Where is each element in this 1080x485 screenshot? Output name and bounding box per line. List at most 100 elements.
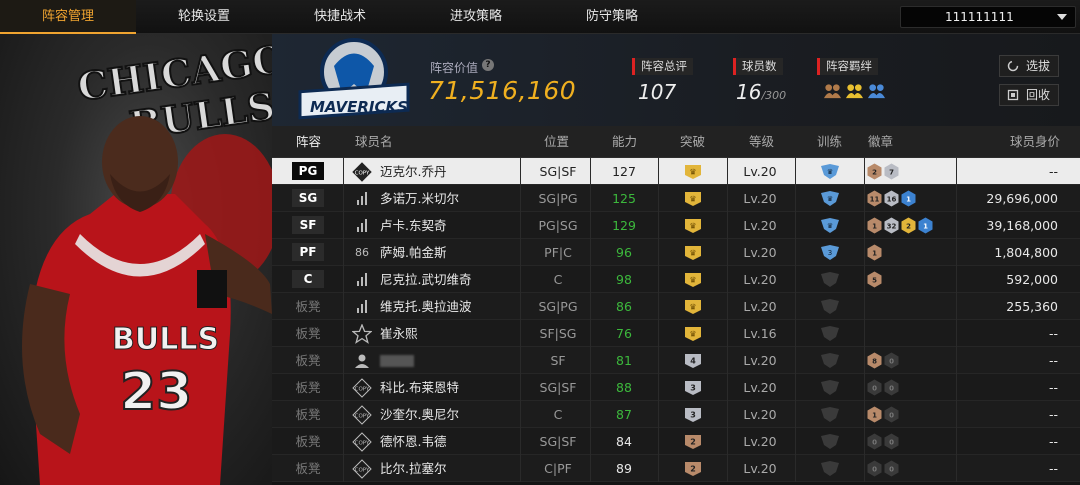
player-ability: 125 [612, 191, 636, 206]
col-badges[interactable]: 徽章 [868, 126, 893, 158]
player-name[interactable]: 尼克拉.武切维奇 [380, 266, 471, 293]
player-name[interactable]: 维克托.奥拉迪波 [380, 293, 471, 320]
badge-list[interactable]: 1 32 2 1 [867, 217, 933, 234]
table-row[interactable]: PF 86 萨姆.帕金斯 PF|C 96 ♛ Lv.20 3 1 1,804,800 [272, 239, 1080, 266]
recycle-button[interactable]: 回收 [999, 84, 1059, 106]
breakthrough-icon: 2 [685, 462, 701, 476]
table-row[interactable]: 板凳 COPY 沙奎尔.奥尼尔 C 87 3 Lv.20 1 0 -- [272, 401, 1080, 428]
table-row[interactable]: SG 多诺万.米切尔 SG|PG 125 ♛ Lv.20 ♛ 11 16 1 29,696,000 [272, 185, 1080, 212]
slot-bench[interactable]: 板凳 [272, 320, 344, 347]
svg-text:1: 1 [923, 223, 928, 231]
col-training[interactable]: 训练 [817, 126, 842, 158]
svg-text:♛: ♛ [689, 330, 696, 339]
slot-bench[interactable]: 板凳 [272, 401, 344, 428]
player-name[interactable]: 迈克尔.乔丹 [380, 158, 446, 185]
player-name[interactable]: 卢卡.东契奇 [380, 212, 446, 239]
synergy-gold-icon[interactable] [845, 81, 864, 100]
col-position[interactable]: 位置 [544, 126, 569, 158]
table-row[interactable]: PG COPY 迈克尔.乔丹 SG|SF 127 ♛ Lv.20 ♛ 2 7 -- [272, 158, 1080, 185]
copy-card-icon: COPY [352, 459, 372, 479]
player-name-blurred[interactable] [380, 347, 414, 374]
badge-list[interactable]: 10 [867, 406, 899, 423]
player-name[interactable]: 沙奎尔.奥尼尔 [380, 401, 459, 428]
badge-bronze: 1 [867, 406, 882, 423]
account-dropdown[interactable]: 111111111 [900, 6, 1076, 28]
chevron-down-icon [1057, 14, 1067, 20]
player-worth: -- [1048, 326, 1058, 341]
badge-list[interactable]: 00 [867, 379, 899, 396]
badge-bronze: 11 [867, 190, 882, 207]
player-name[interactable]: 科比.布莱恩特 [380, 374, 459, 401]
badge-list[interactable]: 80 [867, 352, 899, 369]
svg-text:♛: ♛ [689, 195, 696, 204]
player-name[interactable]: 比尔.拉塞尔 [380, 455, 446, 482]
synergy-icons[interactable] [823, 81, 886, 103]
badge-list[interactable]: 00 [867, 433, 899, 450]
scout-button[interactable]: 选拔 [999, 55, 1059, 77]
tab-offense[interactable]: 进攻策略 [408, 0, 544, 34]
slot-bench[interactable]: 板凳 [272, 374, 344, 401]
badge-bronze: 1 [867, 244, 882, 261]
table-row[interactable]: 板凳 COPY 科比.布莱恩特 SG|SF 88 3 Lv.20 0 0 -- [272, 374, 1080, 401]
badge-list[interactable]: 00 [867, 460, 899, 477]
copy-card-icon: COPY [352, 378, 372, 398]
table-row[interactable]: 板凳 崔永熙 SF|SG 76 ♛ Lv.16 -- [272, 320, 1080, 347]
svg-text:0: 0 [872, 466, 877, 474]
slot-badge[interactable]: PF [292, 243, 324, 261]
training-icon [821, 353, 839, 368]
col-breakthrough[interactable]: 突破 [680, 126, 705, 158]
col-player-name[interactable]: 球员名 [355, 126, 393, 158]
tab-quick-tactics[interactable]: 快捷战术 [272, 0, 408, 34]
star-icon [352, 324, 372, 344]
slot-bench[interactable]: 板凳 [272, 293, 344, 320]
player-position: SG|PG [538, 191, 578, 206]
table-row[interactable]: 板凳 SF 81 4 Lv.20 8 0 -- [272, 347, 1080, 374]
training-icon [821, 299, 839, 314]
jersey-number: 23 [120, 362, 192, 422]
slot-badge[interactable]: C [292, 270, 324, 288]
slot-badge[interactable]: SG [292, 189, 324, 207]
slot-badge[interactable]: PG [292, 162, 324, 180]
slot-bench[interactable]: 板凳 [272, 455, 344, 482]
badge-list[interactable]: 27 [867, 163, 899, 180]
synergy-bronze-icon[interactable] [823, 81, 842, 100]
tab-lineup[interactable]: 阵容管理 [0, 0, 136, 34]
tab-rotation[interactable]: 轮换设置 [136, 0, 272, 34]
badge-list[interactable]: 5 [867, 271, 882, 288]
player-level: Lv.20 [743, 191, 777, 206]
synergy-blue-icon[interactable] [867, 81, 886, 100]
slot-bench[interactable]: 板凳 [272, 428, 344, 455]
col-worth[interactable]: 球员身价 [1010, 126, 1060, 158]
col-lineup[interactable]: 阵容 [296, 126, 321, 158]
col-ability[interactable]: 能力 [612, 126, 637, 158]
player-level: Lv.20 [743, 218, 777, 233]
badge-list[interactable]: 1 [867, 244, 882, 261]
player-ability: 89 [616, 461, 632, 476]
player-name[interactable]: 德怀恩.韦德 [380, 428, 446, 455]
table-row[interactable]: 板凳 维克托.奥拉迪波 SG|PG 86 ♛ Lv.20 255,360 [272, 293, 1080, 320]
table-row[interactable]: 板凳 COPY 比尔.拉塞尔 C|PF 89 2 Lv.20 0 0 -- [272, 455, 1080, 482]
player-name[interactable]: 多诺万.米切尔 [380, 185, 459, 212]
help-icon[interactable]: ? [482, 59, 494, 71]
player-level: Lv.16 [743, 326, 777, 341]
tab-defense[interactable]: 防守策略 [544, 0, 680, 34]
table-row[interactable]: 板凳 COPY 德怀恩.韦德 SG|SF 84 2 Lv.20 0 0 -- [272, 428, 1080, 455]
person-icon [355, 354, 369, 368]
breakthrough-icon: ♛ [685, 273, 701, 287]
svg-text:1: 1 [872, 250, 877, 258]
player-worth: -- [1048, 353, 1058, 368]
badge-list[interactable]: 11 16 1 [867, 190, 916, 207]
lineup-summary: MAVERICKS 阵容价值 ? 71,516,160 阵容总评 107 球员数… [272, 34, 1080, 126]
training-icon [821, 407, 839, 422]
player-worth: 39,168,000 [986, 218, 1058, 233]
player-name[interactable]: 萨姆.帕金斯 [380, 239, 446, 266]
player-name[interactable]: 崔永熙 [380, 320, 418, 347]
slot-badge[interactable]: SF [292, 216, 324, 234]
svg-text:1: 1 [872, 223, 877, 231]
table-row[interactable]: C 尼克拉.武切维奇 C 98 ♛ Lv.20 5 592,000 [272, 266, 1080, 293]
svg-text:♛: ♛ [689, 303, 696, 312]
table-row[interactable]: SF 卢卡.东契奇 PG|SG 129 ♛ Lv.20 ♛ 1 32 2 1 39,168,000 [272, 212, 1080, 239]
player-position: C|PF [544, 461, 572, 476]
slot-bench[interactable]: 板凳 [272, 347, 344, 374]
col-level[interactable]: 等级 [749, 126, 774, 158]
